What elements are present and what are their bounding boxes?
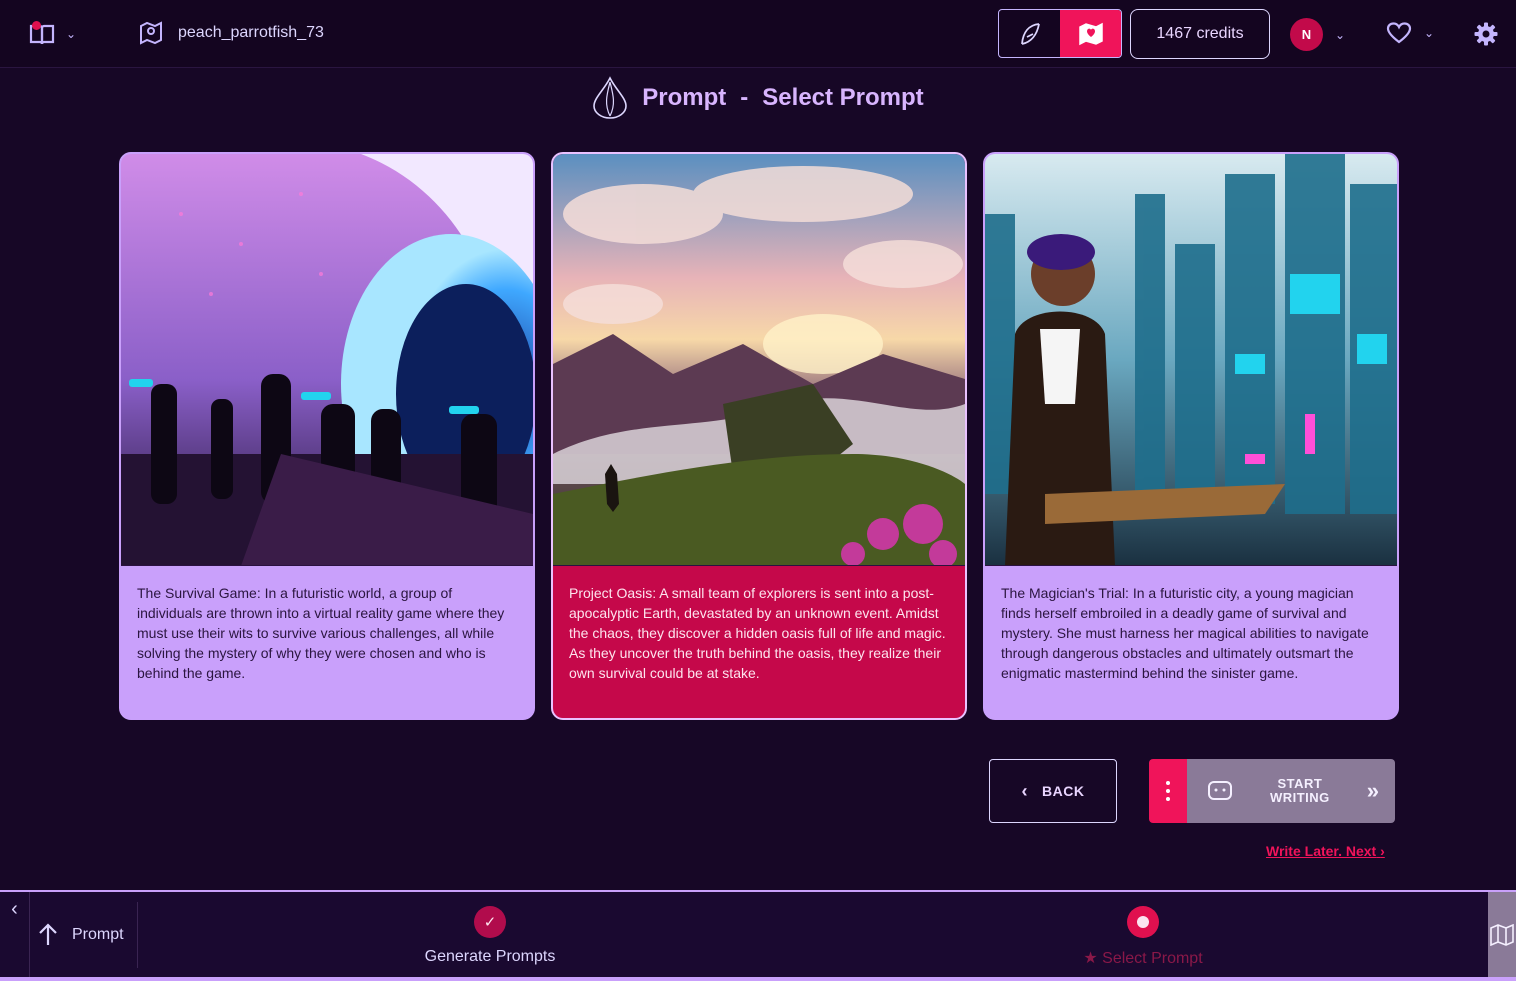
map-icon (1078, 22, 1103, 45)
map-view-button[interactable] (1488, 892, 1516, 977)
back-button[interactable]: ‹ BACK (989, 759, 1117, 823)
settings-button[interactable] (1473, 21, 1499, 52)
notification-dot (32, 21, 41, 30)
current-step-indicator (1127, 906, 1159, 938)
robot-chat-icon (1208, 781, 1232, 800)
chevron-left-icon: ‹ (11, 898, 18, 920)
prompt-text: The Magician's Trial: In a futuristic ci… (1001, 585, 1369, 681)
write-mode-button[interactable] (999, 10, 1060, 57)
prompt-card-magicians-trial[interactable]: The Magician's Trial: In a futuristic ci… (983, 152, 1399, 720)
heart-icon (1386, 22, 1412, 44)
start-writing-group: START WRITING » (1149, 759, 1395, 823)
chevron-down-icon: ⌄ (66, 27, 77, 41)
step-label-wrap: ★ Select Prompt (1083, 948, 1202, 968)
collapse-panel-button[interactable]: ‹ (0, 892, 30, 977)
chevron-down-icon: ⌄ (1335, 27, 1346, 42)
drop-logo-icon (593, 76, 628, 119)
current-user[interactable]: peach_parrotfish_73 (138, 20, 324, 46)
double-chevron-right-icon: » (1366, 778, 1379, 803)
start-label-line2: WRITING (1269, 790, 1330, 805)
write-later-link[interactable]: Write Later. Next › (1266, 843, 1385, 859)
star-icon: ★ (1083, 950, 1098, 967)
prompt-card-survival-game[interactable]: The Survival Game: In a futuristic world… (119, 152, 535, 720)
step-select-prompt[interactable]: ★ Select Prompt (1060, 906, 1226, 968)
story-mode-button[interactable] (1060, 10, 1121, 57)
write-later-label: Write Later. Next (1266, 843, 1377, 859)
chevron-down-icon: ⌄ (1424, 26, 1435, 40)
favorites-menu[interactable]: ⌄ (1386, 21, 1434, 45)
credits-button[interactable]: 1467 credits (1130, 9, 1270, 59)
section-label: Prompt (72, 926, 124, 943)
map-pin-icon (140, 21, 162, 45)
check-icon: ✓ (474, 906, 506, 938)
step-generate-prompts[interactable]: ✓ Generate Prompts (410, 906, 570, 966)
username: peach_parrotfish_73 (178, 24, 324, 41)
avatar: N (1290, 18, 1323, 51)
page-title-section: Prompt (642, 84, 727, 111)
start-writing-label: START WRITING (1255, 777, 1345, 805)
page-title: Select Prompt (762, 84, 924, 111)
prompt-image (553, 154, 965, 566)
page-heading: Prompt - Select Prompt (0, 76, 1516, 120)
start-label-line1: START (1277, 776, 1323, 791)
prompt-text: Project Oasis: A small team of explorers… (569, 585, 946, 681)
more-options-button[interactable] (1149, 759, 1187, 823)
step-label: Generate Prompts (424, 948, 556, 965)
prompt-image (985, 154, 1397, 566)
start-writing-button[interactable]: START WRITING » (1187, 759, 1395, 823)
chevron-left-icon: ‹ (1021, 780, 1029, 801)
library-menu-button[interactable]: ⌄ (28, 18, 92, 50)
prompt-card-project-oasis[interactable]: Project Oasis: A small team of explorers… (551, 152, 967, 720)
feather-icon (1020, 22, 1040, 45)
account-menu[interactable]: N ⌄ (1290, 18, 1345, 51)
step-label: Select Prompt (1102, 950, 1203, 967)
chevron-right-icon: › (1380, 843, 1385, 859)
mode-toggle (998, 9, 1122, 58)
title-separator: - (740, 84, 749, 111)
prompt-image (121, 154, 533, 566)
prompt-text: The Survival Game: In a futuristic world… (137, 585, 505, 681)
map-icon (1490, 923, 1514, 946)
back-label: BACK (1042, 783, 1085, 799)
arrow-up-icon (39, 923, 57, 945)
section-prompt[interactable]: Prompt (36, 902, 138, 968)
progress-bar: ‹ Prompt ✓ Generate Prompts ★ Select Pro… (0, 890, 1516, 981)
top-bar: ⌄ peach_parrotfish_73 1467 credits N ⌄ ⌄ (0, 0, 1516, 68)
kebab-menu-icon (1166, 781, 1170, 801)
gear-icon (1474, 22, 1498, 46)
